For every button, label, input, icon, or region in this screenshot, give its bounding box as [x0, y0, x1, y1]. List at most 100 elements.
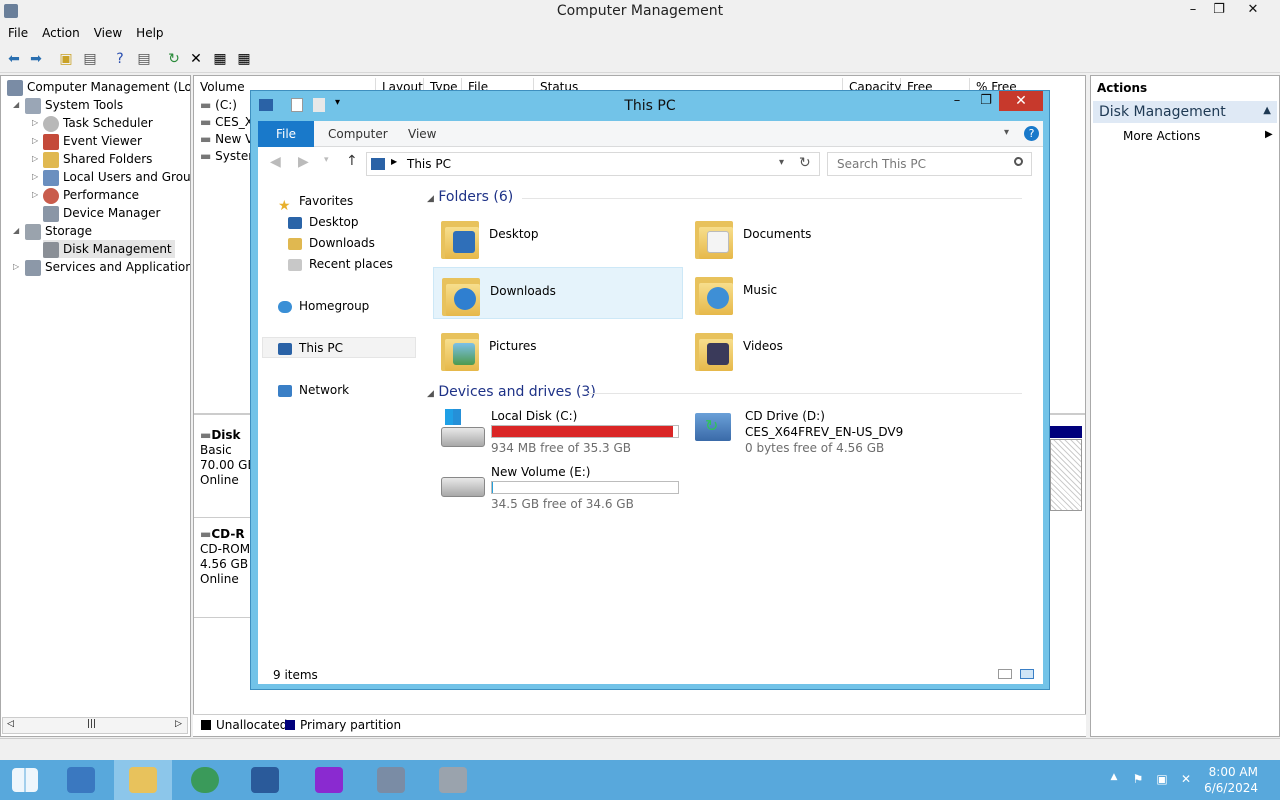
- refresh-icon[interactable]: ↻: [164, 49, 184, 69]
- tree-node-shared-folders[interactable]: Shared Folders: [43, 150, 152, 168]
- drive-e[interactable]: New Volume (E:) 34.5 GB free of 34.6 GB: [435, 465, 695, 517]
- explorer-maximize-button[interactable]: ❐: [971, 91, 1001, 111]
- collapse-icon[interactable]: ▲: [1263, 105, 1271, 116]
- volume-row[interactable]: ▬ New V: [200, 132, 253, 146]
- search-input[interactable]: Search This PC: [827, 152, 1032, 176]
- up-folder-icon[interactable]: ▣: [56, 49, 76, 69]
- expand-icon[interactable]: ▷: [32, 190, 38, 199]
- back-icon[interactable]: ◀: [270, 154, 281, 170]
- taskbar-file-explorer[interactable]: [114, 760, 172, 800]
- folder-videos[interactable]: Videos: [687, 323, 937, 375]
- explorer-close-button[interactable]: ✕: [999, 91, 1043, 111]
- details-view-icon[interactable]: [998, 669, 1012, 679]
- tree-node-task-scheduler[interactable]: Task Scheduler: [43, 114, 153, 132]
- tree-node-services[interactable]: Services and Applications: [25, 258, 190, 276]
- action-center-flag-icon[interactable]: ⚑: [1130, 772, 1146, 788]
- help-icon[interactable]: ?: [110, 49, 130, 69]
- tree-node-storage[interactable]: Storage: [25, 222, 92, 240]
- start-button[interactable]: [0, 760, 58, 800]
- expand-icon[interactable]: ▷: [32, 118, 38, 127]
- scroll-right-icon[interactable]: ▷: [175, 719, 182, 729]
- volume-muted-icon[interactable]: ✕: [1178, 772, 1194, 788]
- nav-favorites[interactable]: ★ Favorites: [278, 191, 353, 214]
- properties-icon[interactable]: ▤: [134, 49, 154, 69]
- menu-help[interactable]: Help: [128, 23, 169, 40]
- tree-node-local-users[interactable]: Local Users and Groups: [43, 168, 190, 186]
- folder-music[interactable]: Music: [687, 267, 937, 319]
- menu-file[interactable]: File: [0, 23, 34, 40]
- checkdisk-icon[interactable]: ▦: [210, 49, 230, 69]
- taskbar-virtualbox[interactable]: [236, 760, 294, 800]
- address-field[interactable]: ▶ This PC ▾ ↻: [366, 152, 820, 176]
- tree-node-disk-management[interactable]: Disk Management: [43, 240, 175, 258]
- show-hide-tree-icon[interactable]: ▤: [80, 49, 100, 69]
- taskbar-computer-management[interactable]: [362, 760, 420, 800]
- folder-downloads[interactable]: Downloads: [433, 267, 683, 319]
- taskbar-printer[interactable]: [424, 760, 482, 800]
- expand-ribbon-icon[interactable]: ▾: [1004, 127, 1009, 138]
- tree-node-root[interactable]: Computer Management (Local: [7, 78, 190, 96]
- settings-icon[interactable]: ▦: [234, 49, 254, 69]
- nav-this-pc[interactable]: This PC: [278, 338, 343, 358]
- volume-row[interactable]: ▬ (C:): [200, 98, 237, 112]
- folder-pictures[interactable]: Pictures: [433, 323, 683, 375]
- drive-d[interactable]: ↻ CD Drive (D:) CES_X64FREV_EN-US_DV9 0 …: [689, 409, 949, 461]
- tab-view[interactable]: View: [408, 121, 436, 147]
- collapse-icon[interactable]: ◢: [13, 226, 19, 235]
- taskbar-server-manager[interactable]: [52, 760, 110, 800]
- network-icon[interactable]: ▣: [1154, 772, 1170, 788]
- forward-icon[interactable]: ➡: [26, 49, 46, 69]
- collapse-icon[interactable]: ◢: [427, 389, 434, 399]
- tab-computer[interactable]: Computer: [328, 121, 388, 147]
- maximize-button[interactable]: ❐: [1204, 0, 1234, 20]
- up-icon[interactable]: ↑: [346, 153, 358, 169]
- forward-icon[interactable]: ▶: [298, 154, 309, 170]
- group-devices-drives[interactable]: ◢ Devices and drives (3): [427, 384, 1027, 400]
- expand-icon[interactable]: ▷: [32, 154, 38, 163]
- refresh-icon[interactable]: ↻: [799, 155, 811, 171]
- folder-documents[interactable]: Documents: [687, 211, 937, 263]
- show-hidden-icons-icon[interactable]: ▲: [1106, 772, 1122, 788]
- help-icon[interactable]: ?: [1024, 126, 1039, 141]
- explorer-minimize-button[interactable]: –: [942, 91, 972, 111]
- expand-icon[interactable]: ▷: [32, 172, 38, 181]
- scroll-left-icon[interactable]: ◁: [7, 719, 14, 729]
- menu-action[interactable]: Action: [34, 23, 86, 40]
- clock[interactable]: 8:00 AM 6/6/2024: [1204, 764, 1258, 796]
- address-dropdown-icon[interactable]: ▾: [779, 157, 784, 168]
- expand-icon[interactable]: ▷: [13, 262, 19, 271]
- back-icon[interactable]: ⬅: [4, 49, 24, 69]
- search-icon[interactable]: [1014, 157, 1023, 166]
- folder-desktop[interactable]: Desktop: [433, 211, 683, 263]
- collapse-icon[interactable]: ◢: [13, 100, 19, 109]
- taskbar-search[interactable]: [300, 760, 358, 800]
- nav-downloads[interactable]: Downloads: [288, 233, 375, 253]
- tree-node-performance[interactable]: Performance: [43, 186, 139, 204]
- tree-node-event-viewer[interactable]: Event Viewer: [43, 132, 142, 150]
- scroll-thumb[interactable]: |||: [87, 719, 96, 729]
- cdrom-info[interactable]: ▬CD-R CD-ROM 4.56 GB Online: [200, 527, 250, 587]
- tree-node-system-tools[interactable]: System Tools: [25, 96, 123, 114]
- drive-c[interactable]: Local Disk (C:) 934 MB free of 35.3 GB: [435, 409, 695, 461]
- taskbar-browser[interactable]: [176, 760, 234, 800]
- group-folders[interactable]: ◢ Folders (6): [427, 189, 1027, 205]
- nav-network[interactable]: Network: [278, 380, 349, 400]
- disk0-info[interactable]: ▬Disk Basic 70.00 GB Online: [200, 428, 256, 488]
- tab-file[interactable]: File: [258, 121, 314, 147]
- tree-horizontal-scrollbar[interactable]: ◁ ||| ▷: [2, 717, 188, 734]
- breadcrumb-arrow-icon[interactable]: ▶: [391, 157, 397, 166]
- delete-icon[interactable]: ✕: [186, 49, 206, 69]
- large-icons-view-icon[interactable]: [1020, 669, 1034, 679]
- actions-section-disk-management[interactable]: Disk Management ▲: [1093, 101, 1277, 123]
- collapse-icon[interactable]: ◢: [427, 194, 434, 204]
- nav-homegroup[interactable]: Homegroup: [278, 296, 369, 316]
- tree-node-device-manager[interactable]: Device Manager: [43, 204, 160, 222]
- recent-locations-icon[interactable]: ▾: [324, 155, 329, 165]
- nav-desktop[interactable]: Desktop: [288, 212, 359, 232]
- nav-recent-places[interactable]: Recent places: [288, 254, 393, 274]
- more-actions[interactable]: More Actions: [1123, 129, 1200, 143]
- menu-view[interactable]: View: [86, 23, 128, 40]
- close-button[interactable]: ✕: [1238, 0, 1268, 20]
- expand-icon[interactable]: ▷: [32, 136, 38, 145]
- partition-block[interactable]: [1050, 439, 1082, 511]
